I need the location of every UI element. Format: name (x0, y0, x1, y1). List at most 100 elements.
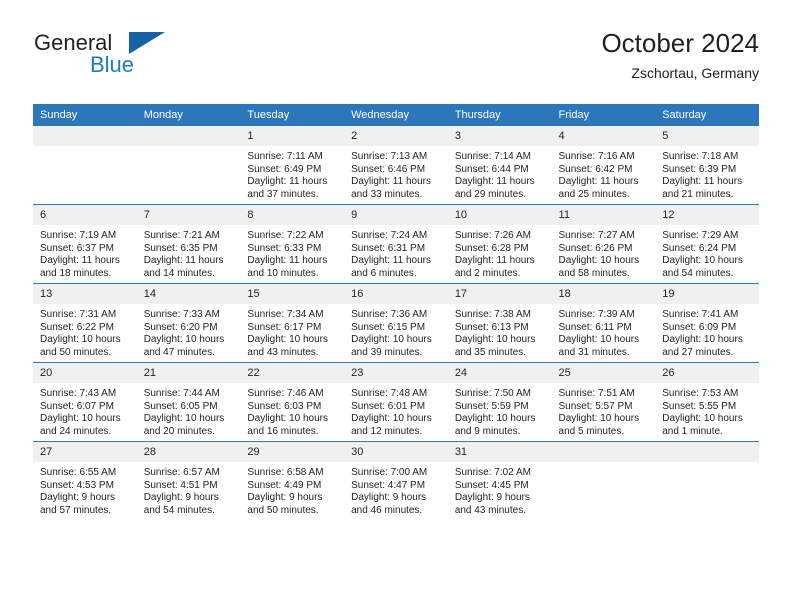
day-number: 23 (344, 363, 448, 383)
sun-times-line: and 43 minutes. (454, 504, 526, 516)
sun-times-line: Daylight: 11 hours (247, 255, 328, 267)
sun-times-line: Sunset: 6:05 PM (143, 400, 218, 412)
weekday-header-monday: Monday (136, 104, 241, 126)
sun-times-line: Sunset: 6:28 PM (454, 242, 529, 254)
day-number: 6 (33, 205, 137, 225)
calendar-week-row: 27 Sunrise: 6:55 AM Sunset: 4:53 PM Dayligh… (33, 441, 759, 520)
calendar-day-cell[interactable]: 21 Sunrise: 7:44 AM Sunset: 6:05 PM Dayligh… (136, 362, 241, 442)
calendar-day-cell[interactable]: 2 Sunrise: 7:13 AM Sunset: 6:46 PM Daylight… (344, 126, 448, 205)
sun-times-line: Sunrise: 7:27 AM (558, 230, 635, 241)
sun-times-line: Sunset: 4:47 PM (351, 479, 426, 491)
sun-times-line: Sunrise: 7:13 AM (351, 151, 428, 162)
calendar-cell-inner (655, 442, 759, 520)
sun-times-line: Sunrise: 6:55 AM (40, 467, 117, 478)
day-number: 11 (551, 205, 656, 225)
day-number: 25 (551, 363, 656, 383)
calendar-cell-inner: 14 Sunrise: 7:33 AM Sunset: 6:20 PM Dayligh… (136, 284, 241, 362)
calendar-empty-cell (551, 441, 656, 520)
sun-times-line: and 5 minutes. (558, 425, 625, 437)
calendar-day-cell[interactable]: 12 Sunrise: 7:29 AM Sunset: 6:24 PM Dayligh… (655, 204, 759, 284)
calendar-day-cell[interactable]: 19 Sunrise: 7:41 AM Sunset: 6:09 PM Dayligh… (655, 283, 759, 363)
sun-times-details: Sunrise: 7:39 AM Sunset: 6:11 PM Daylight:… (552, 304, 656, 359)
sun-times-details: Sunrise: 7:27 AM Sunset: 6:26 PM Daylight:… (552, 225, 656, 280)
sun-times-line: Sunset: 4:49 PM (247, 479, 322, 491)
sun-times-line: and 57 minutes. (40, 504, 112, 516)
sun-times-line: Sunset: 6:11 PM (558, 321, 632, 333)
day-number: 22 (240, 363, 345, 383)
sun-times-line: Sunset: 6:37 PM (40, 242, 114, 254)
calendar-day-cell[interactable]: 20 Sunrise: 7:43 AM Sunset: 6:07 PM Dayligh… (33, 362, 137, 442)
sun-times-line: Daylight: 10 hours (662, 334, 743, 346)
calendar-day-cell[interactable]: 3 Sunrise: 7:14 AM Sunset: 6:44 PM Daylight… (447, 126, 552, 205)
calendar-week-row: 1 Sunrise: 7:11 AM Sunset: 6:49 PM Daylight… (33, 126, 759, 205)
calendar-day-cell[interactable]: 1 Sunrise: 7:11 AM Sunset: 6:49 PM Daylight… (240, 126, 345, 205)
sun-times-line: Sunrise: 7:16 AM (558, 151, 635, 162)
sun-times-line: Sunset: 4:51 PM (143, 479, 218, 491)
sun-times-details: Sunrise: 6:58 AM Sunset: 4:49 PM Daylight:… (240, 462, 344, 517)
calendar-cell-inner: 27 Sunrise: 6:55 AM Sunset: 4:53 PM Dayligh… (33, 442, 137, 520)
calendar-day-cell[interactable]: 15 Sunrise: 7:34 AM Sunset: 6:17 PM Dayligh… (240, 283, 345, 363)
sun-times-line: and 6 minutes. (351, 267, 417, 279)
calendar-cell-inner: 8 Sunrise: 7:22 AM Sunset: 6:33 PM Daylight… (240, 205, 345, 283)
day-number: 1 (240, 126, 345, 146)
calendar-day-cell[interactable]: 28 Sunrise: 6:57 AM Sunset: 4:51 PM Dayligh… (136, 441, 241, 520)
day-number: 8 (240, 205, 345, 225)
calendar-day-cell[interactable]: 13 Sunrise: 7:31 AM Sunset: 6:22 PM Dayligh… (33, 283, 137, 363)
calendar-day-cell[interactable]: 16 Sunrise: 7:36 AM Sunset: 6:15 PM Dayligh… (344, 283, 448, 363)
calendar-day-cell[interactable]: 5 Sunrise: 7:18 AM Sunset: 6:39 PM Daylight… (655, 126, 759, 205)
weekday-header-saturday: Saturday (655, 104, 759, 126)
sun-times-line: Sunset: 6:03 PM (247, 400, 322, 412)
sun-times-line: Daylight: 11 hours (558, 176, 639, 188)
day-number: 28 (136, 442, 241, 462)
sun-times-line: Sunset: 6:20 PM (143, 321, 218, 333)
sun-times-details: Sunrise: 7:53 AM Sunset: 5:55 PM Daylight:… (655, 383, 759, 438)
calendar-page: General Blue October 2024 Zschortau, Ger… (0, 0, 792, 612)
calendar-day-cell[interactable]: 14 Sunrise: 7:33 AM Sunset: 6:20 PM Dayligh… (136, 283, 241, 363)
sun-times-line: Sunset: 6:35 PM (143, 242, 218, 254)
day-number: 24 (447, 363, 552, 383)
calendar-cell-inner: 21 Sunrise: 7:44 AM Sunset: 6:05 PM Dayligh… (136, 363, 241, 441)
sun-times-line: Daylight: 10 hours (351, 334, 432, 346)
calendar-cell-inner: 1 Sunrise: 7:11 AM Sunset: 6:49 PM Daylight… (240, 126, 345, 204)
sun-times-line: Sunset: 5:59 PM (454, 400, 529, 412)
sun-times-line: Sunset: 6:49 PM (247, 163, 322, 175)
sun-times-line: Daylight: 9 hours (454, 492, 530, 504)
calendar-day-cell[interactable]: 7 Sunrise: 7:21 AM Sunset: 6:35 PM Daylight… (136, 204, 241, 284)
calendar-cell-inner: 10 Sunrise: 7:26 AM Sunset: 6:28 PM Dayligh… (447, 205, 552, 283)
calendar-day-cell[interactable]: 22 Sunrise: 7:46 AM Sunset: 6:03 PM Dayligh… (240, 362, 345, 442)
weekday-header-sunday: Sunday (33, 104, 137, 126)
page-header: General Blue October 2024 Zschortau, Ger… (33, 28, 759, 90)
day-number (551, 442, 656, 462)
calendar-day-cell[interactable]: 27 Sunrise: 6:55 AM Sunset: 4:53 PM Dayligh… (33, 441, 137, 520)
brand-logo[interactable]: General Blue (33, 28, 273, 86)
day-number: 18 (551, 284, 656, 304)
sun-times-line: Sunrise: 7:36 AM (351, 309, 428, 320)
sun-times-line: Daylight: 10 hours (143, 334, 225, 346)
calendar-day-cell[interactable]: 29 Sunrise: 6:58 AM Sunset: 4:49 PM Dayligh… (240, 441, 345, 520)
calendar-day-cell[interactable]: 10 Sunrise: 7:26 AM Sunset: 6:28 PM Dayligh… (447, 204, 552, 284)
calendar-day-cell[interactable]: 30 Sunrise: 7:00 AM Sunset: 4:47 PM Dayligh… (344, 441, 448, 520)
calendar-day-cell[interactable]: 18 Sunrise: 7:39 AM Sunset: 6:11 PM Dayligh… (551, 283, 656, 363)
calendar-day-cell[interactable]: 11 Sunrise: 7:27 AM Sunset: 6:26 PM Dayligh… (551, 204, 656, 284)
sun-times-line: and 47 minutes. (143, 346, 215, 358)
calendar-day-cell[interactable]: 17 Sunrise: 7:38 AM Sunset: 6:13 PM Dayligh… (447, 283, 552, 363)
calendar-day-cell[interactable]: 25 Sunrise: 7:51 AM Sunset: 5:57 PM Dayligh… (551, 362, 656, 442)
calendar-day-cell[interactable]: 4 Sunrise: 7:16 AM Sunset: 6:42 PM Daylight… (551, 126, 656, 205)
sun-times-line: and 37 minutes. (247, 188, 319, 200)
calendar-day-cell[interactable]: 6 Sunrise: 7:19 AM Sunset: 6:37 PM Daylight… (33, 204, 137, 284)
sun-times-line: Daylight: 10 hours (40, 334, 121, 346)
day-number: 26 (655, 363, 759, 383)
calendar-day-cell[interactable]: 9 Sunrise: 7:24 AM Sunset: 6:31 PM Daylight… (344, 204, 448, 284)
sun-times-line: Sunrise: 7:31 AM (40, 309, 117, 320)
calendar-cell-inner: 31 Sunrise: 7:02 AM Sunset: 4:45 PM Dayligh… (447, 442, 552, 520)
calendar-day-cell[interactable]: 31 Sunrise: 7:02 AM Sunset: 4:45 PM Dayligh… (447, 441, 552, 520)
page-subtitle: Zschortau, Germany (631, 65, 759, 81)
calendar-day-cell[interactable]: 8 Sunrise: 7:22 AM Sunset: 6:33 PM Daylight… (240, 204, 345, 284)
sun-times-line: Sunrise: 7:24 AM (351, 230, 428, 241)
calendar-day-cell[interactable]: 26 Sunrise: 7:53 AM Sunset: 5:55 PM Dayligh… (655, 362, 759, 442)
calendar-cell-inner: 22 Sunrise: 7:46 AM Sunset: 6:03 PM Dayligh… (240, 363, 345, 441)
sun-times-line: Sunrise: 7:33 AM (143, 309, 220, 320)
calendar-day-cell[interactable]: 23 Sunrise: 7:48 AM Sunset: 6:01 PM Dayligh… (344, 362, 448, 442)
calendar-day-cell[interactable]: 24 Sunrise: 7:50 AM Sunset: 5:59 PM Dayligh… (447, 362, 552, 442)
sun-times-line: Sunset: 6:15 PM (351, 321, 426, 333)
